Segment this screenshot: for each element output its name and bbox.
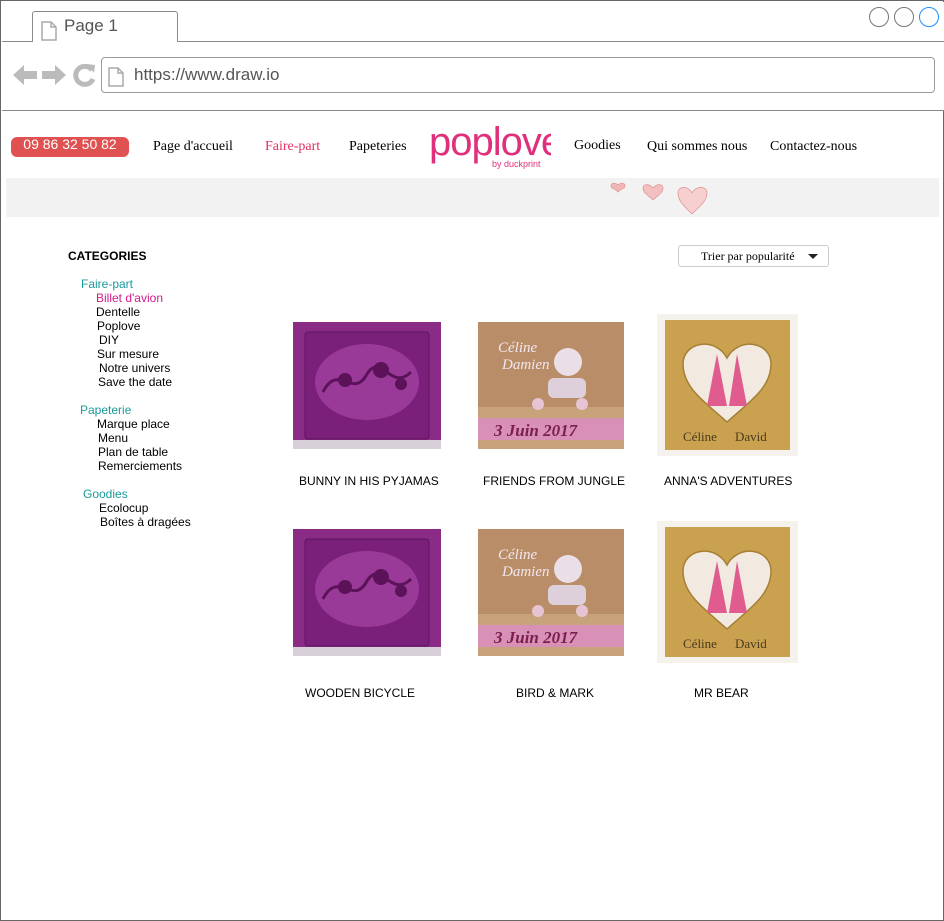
category-item-save-the-date[interactable]: Save the date (98, 375, 172, 389)
product-image-floral-card[interactable] (293, 529, 441, 656)
forward-arrow-icon[interactable] (41, 62, 67, 93)
product-title[interactable]: ANNA'S ADVENTURES (664, 474, 792, 488)
category-item-notre-univers[interactable]: Notre univers (99, 361, 170, 375)
svg-text:3 Juin 2017: 3 Juin 2017 (493, 628, 579, 647)
category-item-poplove[interactable]: Poplove (97, 319, 140, 333)
category-item-ecolocup[interactable]: Ecolocup (99, 501, 148, 515)
address-bar[interactable]: https://www.draw.io (101, 57, 935, 93)
svg-text:David: David (735, 429, 767, 444)
category-papeterie[interactable]: Papeterie (80, 403, 131, 417)
product-image-scooter-card[interactable]: Céline Damien 3 Juin 2017 (478, 322, 624, 449)
category-item-menu[interactable]: Menu (98, 431, 128, 445)
product-image-heart-card[interactable]: Céline David (657, 314, 798, 456)
category-item-plan-de-table[interactable]: Plan de table (98, 445, 168, 459)
logo-text: poplove (429, 120, 551, 164)
phone-button[interactable]: 09 86 32 50 82 (11, 137, 129, 157)
poplove-logo[interactable]: poplove by duckprint (427, 111, 563, 171)
category-item-dentelle[interactable]: Dentelle (96, 305, 140, 319)
page-icon (108, 67, 124, 92)
product-title[interactable]: MR BEAR (694, 686, 749, 700)
browser-tab[interactable]: Page 1 (32, 11, 178, 43)
nav-link-about[interactable]: Qui sommes nous (647, 139, 747, 155)
sort-label: Trier par popularité (701, 249, 795, 263)
category-item-remerciements[interactable]: Remerciements (98, 459, 182, 473)
browser-window: Page 1 https://www.draw.io 09 86 32 50 8… (0, 0, 944, 921)
tab-title: Page 1 (64, 16, 118, 35)
nav-link-contact[interactable]: Contactez-nous (770, 139, 857, 155)
product-title[interactable]: BUNNY IN HIS PYJAMAS (299, 474, 439, 488)
nav-link-faire-part[interactable]: Faire-part (265, 139, 320, 155)
reload-icon[interactable] (72, 62, 96, 93)
svg-text:David: David (735, 636, 767, 651)
category-item-diy[interactable]: DIY (99, 333, 119, 347)
maximize-button[interactable] (894, 7, 914, 27)
nav-link-home[interactable]: Page d'accueil (153, 139, 233, 155)
product-title[interactable]: FRIENDS FROM JUNGLE (483, 474, 625, 488)
category-item-marque-place[interactable]: Marque place (97, 417, 170, 431)
svg-text:Damien: Damien (501, 357, 550, 373)
product-image-scooter-card[interactable]: Céline Damien 3 Juin 2017 (478, 529, 624, 656)
category-goodies[interactable]: Goodies (83, 487, 128, 501)
sort-dropdown[interactable]: Trier par popularité (678, 245, 829, 267)
navigation-bar: https://www.draw.io (2, 42, 944, 111)
product-image-floral-card[interactable] (293, 322, 441, 449)
svg-text:Céline: Céline (683, 429, 717, 444)
svg-text:Céline: Céline (498, 340, 537, 356)
url-text: https://www.draw.io (134, 65, 280, 84)
svg-text:Damien: Damien (501, 564, 550, 580)
svg-text:Céline: Céline (498, 547, 537, 563)
nav-link-papeteries[interactable]: Papeteries (349, 139, 407, 155)
logo-subtext: by duckprint (492, 159, 541, 169)
category-item-billet-avion[interactable]: Billet d'avion (96, 291, 163, 305)
nav-link-goodies[interactable]: Goodies (574, 138, 621, 154)
close-button[interactable] (919, 7, 939, 27)
category-item-boites-dragees[interactable]: Boîtes à dragées (100, 515, 191, 529)
categories-title: CATEGORIES (68, 249, 147, 263)
back-arrow-icon[interactable] (12, 62, 38, 93)
decorative-banner (6, 178, 939, 217)
product-title[interactable]: BIRD & MARK (516, 686, 594, 700)
dropdown-arrow-icon (808, 254, 818, 259)
svg-text:Céline: Céline (683, 636, 717, 651)
tab-bar: Page 1 (2, 2, 944, 43)
category-item-sur-mesure[interactable]: Sur mesure (97, 347, 159, 361)
product-title[interactable]: WOODEN BICYCLE (305, 686, 415, 700)
svg-text:3 Juin 2017: 3 Juin 2017 (493, 421, 579, 440)
category-faire-part[interactable]: Faire-part (81, 277, 133, 291)
minimize-button[interactable] (869, 7, 889, 27)
product-image-heart-card[interactable]: Céline David (657, 521, 798, 663)
hearts-icon (610, 182, 708, 215)
